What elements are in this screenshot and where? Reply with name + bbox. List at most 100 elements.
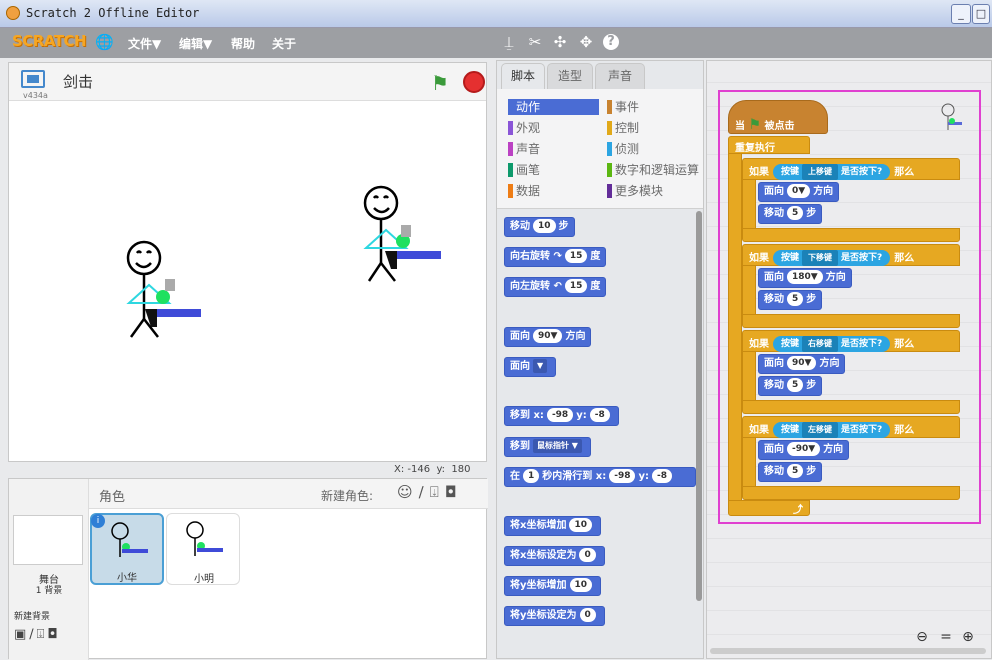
app-icon [6,6,20,20]
block-change-y[interactable]: 将y坐标增加 10 [504,576,602,596]
zoom-in-icon[interactable]: ⊕ [958,627,978,647]
maximize-button[interactable]: □ [972,4,990,24]
category-control[interactable]: 控制 [607,120,639,136]
new-sprite-icons[interactable]: ☺∕⍗◘ [397,483,463,501]
x-value: -146 [407,464,431,475]
stamp-icon[interactable]: ⍊ [500,33,518,51]
block-change-x[interactable]: 将x坐标增加 10 [504,516,601,536]
block-input[interactable]: 15 [564,279,588,293]
category-more-blocks[interactable]: 更多模块 [607,183,663,199]
mouse-coords: X: -146 y: 180 [394,464,471,475]
tab-scripts[interactable]: 脚本 [501,63,545,89]
new-sprite-label: 新建角色: [321,489,374,503]
block-input[interactable]: -98 [546,408,574,422]
category-sound[interactable]: 声音 [508,141,540,157]
block-input[interactable]: 15 [564,249,588,263]
sprite-header: 角色 新建角色: ☺∕⍗◘ [89,479,488,509]
block-set-x[interactable]: 将x坐标设定为 0 [504,546,605,566]
category-motion[interactable]: 动作 [508,99,599,115]
block-text: 移动 [510,221,530,232]
category-looks[interactable]: 外观 [508,120,540,136]
minimize-button[interactable]: _ [951,4,971,24]
stage-header: v434a 剑击 ⚑ [9,63,486,101]
block-text: 面向 [510,331,530,342]
block-goto-xy[interactable]: 移到 x: -98 y: -8 [504,406,619,426]
stage-pane[interactable]: 舞台 1 背景 新建背景 ▣∕⍗◘ [9,479,89,660]
cut-icon[interactable]: ✂ [526,33,544,51]
block-point-direction[interactable]: 面向 90▼ 方向 [504,327,592,347]
category-pen[interactable]: 画笔 [508,162,540,178]
block-input[interactable]: -98 [609,469,636,483]
block-text: 方向 [565,331,586,342]
tab-sounds[interactable]: 声音 [595,63,645,89]
green-flag-icon[interactable]: ⚑ [431,71,449,95]
block-goto[interactable]: 移到 鼠标指针 ▼ [504,437,591,457]
block-point-towards[interactable]: 面向 ▼ [504,357,557,377]
stage-canvas[interactable] [9,101,486,461]
block-input[interactable]: 1 [523,469,540,483]
menu-bar: SCRATCH 🌐 文件▼ 编辑▼ 帮助 关于 ⍊ ✂ ✣ ✥ ? [0,28,992,58]
fullscreen-icon[interactable] [21,70,45,88]
block-text: 面向 [510,361,530,372]
block-text: y: [638,471,649,482]
sprite-panel: 舞台 1 背景 新建背景 ▣∕⍗◘ 角色 新建角色: ☺∕⍗◘ i 小华 小明 [8,478,488,660]
block-input[interactable]: 90▼ [533,329,563,343]
block-input[interactable]: 0 [579,608,596,622]
palette-scrollbar[interactable] [696,211,702,601]
block-text: 将x坐标设定为 [510,550,577,561]
sprite-tile-xiaoming[interactable]: 小明 [166,513,240,585]
menu-help[interactable]: 帮助 [231,35,255,52]
blocks-panel: 脚本 造型 声音 动作 外观 声音 画笔 数据 事件 控制 侦测 数字和逻辑运算… [496,60,704,659]
block-input[interactable]: -8 [589,408,610,422]
block-set-y[interactable]: 将y坐标设定为 0 [504,606,605,626]
menu-edit[interactable]: 编辑▼ [179,35,212,52]
sprite-tile-xiaohua[interactable]: i 小华 [90,513,164,585]
block-text: 秒内滑行到 x: [542,471,607,482]
x-label: X: [394,464,405,475]
sprite-name: 小华 [117,573,137,584]
stop-icon[interactable] [463,71,485,93]
menu-file[interactable]: 文件▼ [128,35,161,52]
block-input[interactable]: 0 [579,548,596,562]
window-title: Scratch 2 Offline Editor [26,6,200,20]
zoom-out-icon[interactable]: ⊖ [912,627,932,647]
block-text: y: [576,410,587,421]
selection-highlight [718,90,981,524]
version-label: v434a [23,91,48,100]
project-title[interactable]: 剑击 [63,71,93,92]
zoom-reset-icon[interactable]: = [936,627,956,647]
block-text: 将y坐标设定为 [510,610,577,621]
sprite-thumb-image [186,521,223,556]
help-icon[interactable]: ? [603,34,619,50]
block-text: 向左旋转 [510,281,550,292]
grow-icon[interactable]: ✣ [551,33,569,51]
block-input[interactable]: 10 [569,518,592,532]
stage-thumbnail[interactable] [13,515,83,565]
category-events[interactable]: 事件 [607,99,639,115]
block-dropdown[interactable]: 鼠标指针 ▼ [533,439,582,453]
block-move-steps[interactable]: 移动 10 步 [504,217,575,237]
block-dropdown[interactable]: ▼ [533,359,548,373]
new-backdrop-icons[interactable]: ▣∕⍗◘ [14,627,61,642]
block-turn-left[interactable]: 向左旋转 ↶ 15 度 [504,277,607,297]
block-turn-right[interactable]: 向右旋转 ↷ 15 度 [504,247,607,267]
y-value: 180 [451,464,471,475]
block-glide[interactable]: 在 1 秒内滑行到 x: -98 y: -8 [504,467,696,487]
stage-panel: v434a 剑击 ⚑ [8,62,487,462]
category-sensing[interactable]: 侦测 [607,141,639,157]
new-backdrop-label: 新建背景 [14,612,51,622]
category-data[interactable]: 数据 [508,183,540,199]
menu-about[interactable]: 关于 [272,35,296,52]
scratch-logo[interactable]: SCRATCH [12,32,87,50]
shrink-icon[interactable]: ✥ [577,33,595,51]
block-text: 度 [590,281,601,292]
block-input[interactable]: 10 [569,578,593,592]
block-text: 度 [590,251,601,262]
block-text: 向右旋转 [510,251,550,262]
script-h-scrollbar[interactable] [710,648,986,654]
globe-icon[interactable]: 🌐 [95,33,114,51]
block-input[interactable]: 10 [533,219,556,233]
category-operators[interactable]: 数字和逻辑运算 [607,162,699,178]
tab-costumes[interactable]: 造型 [547,63,593,89]
block-input[interactable]: -8 [652,469,672,483]
